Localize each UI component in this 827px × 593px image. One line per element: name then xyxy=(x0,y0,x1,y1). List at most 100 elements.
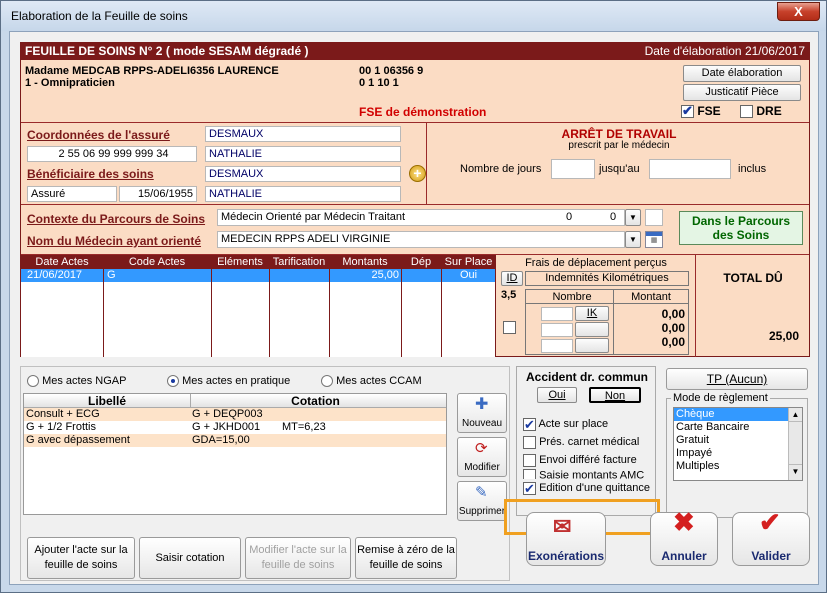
ik-button-3[interactable] xyxy=(575,338,609,353)
add-beneficiaire-icon[interactable]: + xyxy=(409,165,426,182)
jusquau-field[interactable] xyxy=(649,159,731,179)
montant-label: Montant xyxy=(631,291,671,303)
medecin-oriente-link[interactable]: Nom du Médecin ayant orienté xyxy=(27,234,201,248)
reglement-option[interactable]: Multiples xyxy=(674,460,802,473)
beneficiaire-prenom-field[interactable]: NATHALIE xyxy=(205,186,401,202)
fse-checkbox[interactable] xyxy=(681,103,694,119)
radio-ngap-group[interactable]: Mes actes NGAP xyxy=(27,375,126,388)
opt-edition-quittance[interactable]: Edition d'une quittance xyxy=(523,479,650,498)
contexte-extra-field[interactable] xyxy=(645,209,663,226)
doctor-name: Madame MEDCAB RPPS-ADELI6356 LAURENCE xyxy=(25,65,279,77)
ik-nombre-field-1[interactable] xyxy=(541,307,573,321)
row-montant: 25,00 xyxy=(371,269,399,281)
eraser-icon: ✎ xyxy=(475,484,488,501)
list-item[interactable]: G avec dépassement GDA=15,00 xyxy=(24,434,446,447)
reglement-option[interactable]: Chèque xyxy=(674,408,788,421)
accident-oui-button[interactable]: Oui xyxy=(537,387,577,403)
total-value: 25,00 xyxy=(768,329,799,343)
id-button[interactable]: ID xyxy=(501,271,523,286)
remise-zero-button[interactable]: Remise à zéro de la feuille de soins xyxy=(355,537,457,579)
inclus-label: inclus xyxy=(738,163,767,175)
frais-checkbox[interactable] xyxy=(503,321,516,334)
demo-label: FSE de démonstration xyxy=(359,105,487,119)
opt-saisie-montants[interactable]: Saisie montants AMC xyxy=(523,469,650,479)
actes-table: Date Actes Code Actes Eléments Tarificat… xyxy=(21,255,496,357)
radio-pratique-label: Mes actes en pratique xyxy=(182,375,291,387)
reglement-scrollbar[interactable]: ▲ ▼ xyxy=(788,408,802,480)
scroll-down-icon: ▼ xyxy=(789,464,802,478)
valider-button[interactable]: ✔ Valider xyxy=(732,507,810,566)
annuler-button[interactable]: ✖ Annuler xyxy=(650,509,718,566)
item-cotation: GDA=15,00 xyxy=(192,434,250,446)
item-extra: MT=6,23 xyxy=(282,421,326,433)
ik-button-2[interactable] xyxy=(575,322,609,337)
table-row[interactable]: 21/06/2017 G 25,00 Oui xyxy=(21,269,496,282)
reglement-list[interactable]: Chèque Carte Bancaire Gratuit Impayé Mul… xyxy=(673,407,803,481)
reglement-option[interactable]: Carte Bancaire xyxy=(674,421,802,434)
modifier-acte-button[interactable]: Modifier l'acte sur la feuille de soins xyxy=(245,537,351,579)
reglement-option[interactable]: Impayé xyxy=(674,447,802,460)
date-elaboration-button[interactable]: Date élaboration xyxy=(683,65,801,82)
radio-ccam[interactable] xyxy=(321,375,333,388)
contexte-dropdown-arrow[interactable]: ▼ xyxy=(625,209,641,226)
ajouter-acte-button[interactable]: Ajouter l'acte sur la feuille de soins xyxy=(27,537,135,579)
doctor-info: Madame MEDCAB RPPS-ADELI6356 LAURENCE 1 … xyxy=(25,65,279,89)
ik-montants: 0,00 0,00 0,00 xyxy=(615,307,685,349)
assure-prenom-field[interactable]: NATHALIE xyxy=(205,146,401,162)
doctor-ids: 00 1 06356 9 0 1 10 1 xyxy=(359,65,423,89)
contexte-parcours-select[interactable]: Médecin Orienté par Médecin Traitant 0 0 xyxy=(217,209,625,226)
assure-nom-field[interactable]: DESMAUX xyxy=(205,126,401,142)
saisir-cotation-button[interactable]: Saisir cotation xyxy=(139,537,241,579)
supprimer-button[interactable]: ✎ Supprimer xyxy=(457,481,507,521)
close-button[interactable]: X xyxy=(777,2,820,21)
exonerations-button[interactable]: ✉ Exonérations xyxy=(526,512,606,566)
radio-ngap[interactable] xyxy=(27,375,39,388)
beneficiaire-nom-field[interactable]: DESMAUX xyxy=(205,166,401,182)
ik-montant-2: 0,00 xyxy=(661,321,685,335)
opt-acte-sur-place[interactable]: Acte sur place xyxy=(523,415,650,434)
modifier-button[interactable]: ⟳ Modifier xyxy=(457,437,507,477)
calendar-icon[interactable]: ▦ xyxy=(645,231,663,248)
tp-aucun-button[interactable]: TP (Aucun) xyxy=(666,368,808,390)
beneficiaire-soins-link[interactable]: Bénéficiaire des soins xyxy=(27,167,154,181)
col-dep: Dép xyxy=(410,256,432,268)
justificatif-piece-button[interactable]: Justicatif Pièce xyxy=(683,84,801,101)
item-libelle: G + 1/2 Frottis xyxy=(26,421,96,433)
nb-jours-label: Nombre de jours xyxy=(460,163,542,175)
radio-pratique[interactable] xyxy=(167,375,179,388)
ik-montant-3: 0,00 xyxy=(661,335,685,349)
modifier-icon: ⟳ xyxy=(475,440,488,457)
nb-jours-field[interactable] xyxy=(551,159,595,179)
list-item[interactable]: G + 1/2 Frottis G + JKHD001 MT=6,23 xyxy=(24,421,446,434)
accident-non-button[interactable]: Non xyxy=(589,387,641,403)
col-date-actes: Date Actes xyxy=(35,256,89,268)
reglement-group: Mode de règlement Chèque Carte Bancaire … xyxy=(666,392,808,518)
coordonnees-assure-link[interactable]: Coordonnées de l'assuré xyxy=(27,128,170,142)
nouveau-icon: ✚ xyxy=(475,396,489,413)
radio-pratique-group[interactable]: Mes actes en pratique xyxy=(167,375,291,388)
contexte-parcours-link[interactable]: Contexte du Parcours de Soins xyxy=(27,212,205,226)
reglement-option[interactable]: Gratuit xyxy=(674,434,802,447)
radio-ccam-group[interactable]: Mes actes CCAM xyxy=(321,375,422,388)
opt-pres-carnet[interactable]: Prés. carnet médical xyxy=(523,433,650,451)
ik-nombre-field-3[interactable] xyxy=(541,339,573,353)
medecin-oriente-select[interactable]: MEDECIN RPPS ADELI VIRGINIE xyxy=(217,231,625,248)
col-cotation: Cotation xyxy=(190,394,440,408)
col-sep xyxy=(329,255,330,357)
date-naissance-field[interactable]: 15/06/1955 xyxy=(119,186,197,202)
col-sur-place: Sur Place xyxy=(444,256,493,268)
nouveau-button[interactable]: ✚ Nouveau xyxy=(457,393,507,433)
opt-envoi-differe[interactable]: Envoi différé facture xyxy=(523,451,650,469)
ik-nombre-field-2[interactable] xyxy=(541,323,573,337)
row-sur-place: Oui xyxy=(459,269,478,281)
checkmark-icon: ✔ xyxy=(759,507,781,537)
assure-numero-field[interactable]: 2 55 06 99 999 999 34 xyxy=(27,146,197,162)
divider xyxy=(21,204,809,205)
exonerations-icon: ✉ xyxy=(553,514,572,539)
col-tarification: Tarification xyxy=(272,256,326,268)
medecin-dropdown-arrow[interactable]: ▼ xyxy=(625,231,641,248)
list-item[interactable]: Consult + ECG G + DEQP003 xyxy=(24,408,446,421)
ik-button[interactable]: IK xyxy=(575,306,609,321)
qualite-field[interactable]: Assuré xyxy=(27,186,117,202)
dre-checkbox[interactable] xyxy=(740,105,754,119)
